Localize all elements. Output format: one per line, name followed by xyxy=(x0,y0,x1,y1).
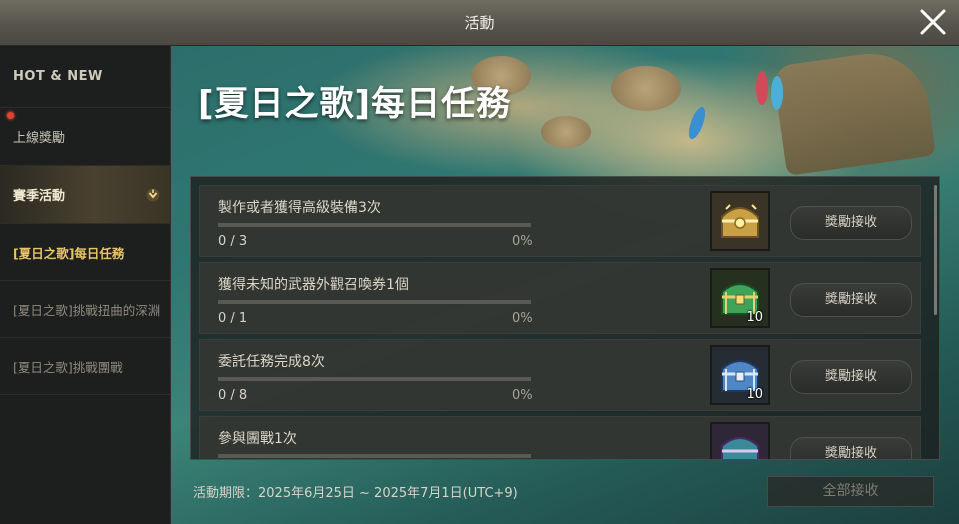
reward-slot[interactable] xyxy=(710,422,770,459)
progress-bar xyxy=(218,300,531,304)
progress-bar xyxy=(218,454,531,458)
mission-count: 0 / 8 xyxy=(218,388,248,403)
claim-reward-button[interactable]: 獎勵接收 xyxy=(790,360,912,394)
purple-chest-icon xyxy=(712,424,768,459)
mission-percent: 0% xyxy=(512,311,533,326)
mission-title: 製作或者獲得高級裝備3次 xyxy=(218,200,381,216)
beach-hut-decoration xyxy=(772,46,936,176)
sidebar-item-season-event[interactable]: 賽季活動 xyxy=(0,166,170,224)
mission-count: 0 / 3 xyxy=(218,234,248,249)
sidebar-item-abyss-challenge[interactable]: [夏日之歌]挑戰扭曲的深淵 xyxy=(0,281,170,338)
claim-reward-button[interactable]: 獎勵接收 xyxy=(790,437,912,459)
mission-title: 參與團戰1次 xyxy=(218,431,297,447)
chevron-down-icon xyxy=(146,188,160,202)
window-title: 活動 xyxy=(464,14,495,32)
mission-count: 0 / 1 xyxy=(218,311,248,326)
mission-row: 獲得未知的武器外觀召喚券1個 0 / 1 0% 10 獎勵接收 xyxy=(199,262,921,334)
sidebar-item-label: [夏日之歌]挑戰團戰 xyxy=(13,359,123,375)
title-bar: 活動 xyxy=(0,0,959,46)
reward-quantity: 10 xyxy=(746,310,763,325)
sidebar-item-daily-mission[interactable]: [夏日之歌]每日任務 xyxy=(0,224,170,281)
progress-bar xyxy=(218,377,531,381)
claim-reward-button[interactable]: 獎勵接收 xyxy=(790,206,912,240)
mission-row: 委託任務完成8次 0 / 8 0% 10 獎勵接收 xyxy=(199,339,921,411)
page-title: [夏日之歌]每日任務 xyxy=(198,84,512,124)
claim-all-button[interactable]: 全部接收 xyxy=(767,476,934,507)
event-period: 活動期限：2025年6月25日 ~ 2025年7月1日(UTC+9) xyxy=(193,486,518,501)
mission-percent: 0% xyxy=(512,388,533,403)
umbrella-decoration xyxy=(541,116,591,148)
mission-row: 製作或者獲得高級裝備3次 0 / 3 0% 獎勵接收 xyxy=(199,185,921,257)
close-icon xyxy=(920,9,946,35)
sidebar-item-raid-challenge[interactable]: [夏日之歌]挑戰團戰 xyxy=(0,338,170,395)
close-button[interactable] xyxy=(917,6,949,38)
sidebar-item-login-reward[interactable]: 上線獎勵 xyxy=(0,108,170,166)
sidebar-item-label: 賽季活動 xyxy=(13,189,66,204)
reward-quantity: 10 xyxy=(746,387,763,402)
sidebar-item-label: [夏日之歌]挑戰扭曲的深淵 xyxy=(13,302,161,318)
surfboard-decoration xyxy=(685,104,709,142)
sidebar-item-hot-new[interactable]: HOT & NEW xyxy=(0,46,170,108)
sidebar-item-label: 上線獎勵 xyxy=(13,131,66,146)
umbrella-decoration xyxy=(611,66,681,111)
reward-slot[interactable]: 10 xyxy=(710,345,770,405)
mission-percent: 0% xyxy=(512,234,533,249)
progress-bar xyxy=(218,223,531,227)
sidebar-item-label: HOT & NEW xyxy=(13,69,103,84)
mission-title: 獲得未知的武器外觀召喚券1個 xyxy=(218,277,409,293)
notification-dot xyxy=(7,112,14,119)
reward-slot[interactable]: 10 xyxy=(710,268,770,328)
sidebar-item-label: [夏日之歌]每日任務 xyxy=(13,245,125,261)
scrollbar[interactable] xyxy=(934,185,937,315)
mission-row: 參與團戰1次 獎勵接收 xyxy=(199,416,921,459)
sidebar: HOT & NEW 上線獎勵 賽季活動 [夏日之歌]每日任務 [夏日之歌]挑戰扭… xyxy=(0,46,171,524)
mission-title: 委託任務完成8次 xyxy=(218,354,325,370)
mission-list[interactable]: 製作或者獲得高級裝備3次 0 / 3 0% 獎勵接收 獲得未知的武器外觀召喚券1… xyxy=(190,176,940,460)
surfboard-decoration xyxy=(771,76,783,110)
gold-chest-icon xyxy=(712,193,768,249)
claim-reward-button[interactable]: 獎勵接收 xyxy=(790,283,912,317)
reward-slot[interactable] xyxy=(710,191,770,251)
surfboard-decoration xyxy=(756,71,768,105)
